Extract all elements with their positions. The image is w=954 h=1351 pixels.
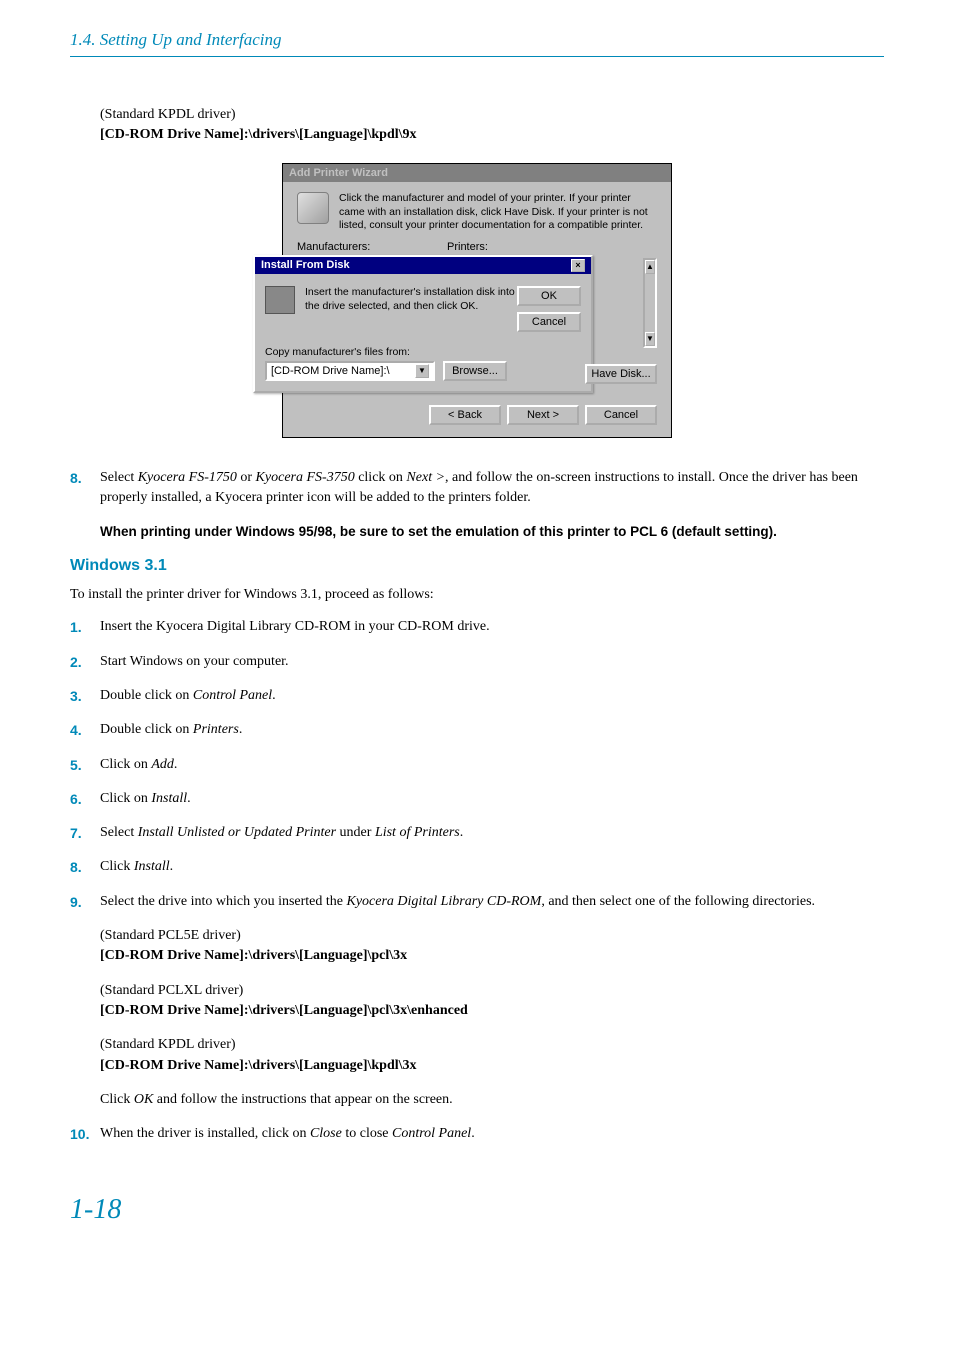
install-from-disk-dialog: Install From Disk × Insert the manufactu…: [253, 255, 593, 393]
section-header: 1.4. Setting Up and Interfacing: [70, 30, 884, 50]
driver-note-pclxl: (Standard PCLXL driver): [100, 981, 884, 1001]
copy-files-label: Copy manufacturer's files from:: [265, 346, 581, 358]
wizard-cancel-button[interactable]: Cancel: [585, 405, 657, 425]
driver-path-pcl5e: [CD-ROM Drive Name]:\drivers\[Language]\…: [100, 946, 884, 966]
driver-note-kpdl: (Standard KPDL driver): [100, 1035, 884, 1055]
step-number: 8.: [70, 857, 100, 877]
step-8b: 8. Click Install.: [70, 857, 884, 877]
ok-button[interactable]: OK: [517, 286, 581, 306]
step-number: 5.: [70, 755, 100, 775]
step-body: Start Windows on your computer.: [100, 652, 884, 672]
chevron-down-icon[interactable]: ▼: [415, 364, 429, 378]
step-body: Double click on Printers.: [100, 720, 884, 740]
install-dialog-titlebar: Install From Disk ×: [255, 257, 591, 274]
wizard-titlebar: Add Printer Wizard: [283, 164, 671, 182]
floppy-disk-icon: [265, 286, 295, 314]
next-button[interactable]: Next >: [507, 405, 579, 425]
browse-button[interactable]: Browse...: [443, 361, 507, 381]
driver-path-kpdl: [CD-ROM Drive Name]:\drivers\[Language]\…: [100, 1056, 884, 1076]
step-number: 8.: [70, 468, 100, 509]
install-dialog-title: Install From Disk: [261, 259, 350, 271]
printer-wizard-icon: [297, 192, 329, 224]
wizard-top-row: Click the manufacturer and model of your…: [283, 182, 671, 241]
step-3: 3. Double click on Control Panel.: [70, 686, 884, 706]
step-number: 9.: [70, 892, 100, 1110]
step-number: 1.: [70, 617, 100, 637]
windows-31-intro: To install the printer driver for Window…: [70, 587, 884, 603]
install-cancel-button[interactable]: Cancel: [517, 312, 581, 332]
step-body: Select Kyocera FS-1750 or Kyocera FS-375…: [100, 468, 884, 509]
step-body: Select Install Unlisted or Updated Print…: [100, 823, 884, 843]
step-number: 10.: [70, 1124, 100, 1144]
step-5: 5. Click on Add.: [70, 755, 884, 775]
have-disk-button[interactable]: Have Disk...: [585, 364, 657, 384]
step-body: Click on Add.: [100, 755, 884, 775]
step-body: Click on Install.: [100, 789, 884, 809]
step-number: 3.: [70, 686, 100, 706]
step-1: 1. Insert the Kyocera Digital Library CD…: [70, 617, 884, 637]
step-7: 7. Select Install Unlisted or Updated Pr…: [70, 823, 884, 843]
printers-label: Printers:: [447, 241, 488, 253]
install-instruction-text: Insert the manufacturer's installation d…: [305, 286, 517, 313]
step-body: Double click on Control Panel.: [100, 686, 884, 706]
step-8: 8. Select Kyocera FS-1750 or Kyocera FS-…: [70, 468, 884, 509]
top-driver-path: [CD-ROM Drive Name]:\drivers\[Language]\…: [100, 127, 884, 143]
step-6: 6. Click on Install.: [70, 789, 884, 809]
step-body: Select the drive into which you inserted…: [100, 892, 884, 1110]
step-9: 9. Select the drive into which you inser…: [70, 892, 884, 1110]
windows-31-title: Windows 3.1: [70, 557, 884, 575]
step-body: When the driver is installed, click on C…: [100, 1124, 884, 1144]
driver-path-pclxl: [CD-ROM Drive Name]:\drivers\[Language]\…: [100, 1001, 884, 1021]
wizard-column-labels: Manufacturers: Printers:: [283, 241, 671, 253]
step-4: 4. Double click on Printers.: [70, 720, 884, 740]
add-printer-wizard: Add Printer Wizard Click the manufacture…: [282, 163, 672, 438]
wizard-footer: < Back Next > Cancel: [283, 393, 671, 437]
manufacturers-label: Manufacturers:: [297, 241, 447, 253]
top-driver-note: (Standard KPDL driver): [100, 107, 884, 123]
step-body: Click Install.: [100, 857, 884, 877]
close-icon[interactable]: ×: [571, 259, 585, 272]
scroll-down-icon[interactable]: ▼: [645, 332, 655, 346]
combobox-value: [CD-ROM Drive Name]:\: [271, 365, 390, 377]
back-button[interactable]: < Back: [429, 405, 501, 425]
emulation-warning: When printing under Windows 95/98, be su…: [100, 523, 884, 542]
step-2: 2. Start Windows on your computer.: [70, 652, 884, 672]
header-divider: [70, 56, 884, 57]
step-body: Insert the Kyocera Digital Library CD-RO…: [100, 617, 884, 637]
step-number: 7.: [70, 823, 100, 843]
wizard-description: Click the manufacturer and model of your…: [339, 192, 657, 233]
step-number: 2.: [70, 652, 100, 672]
scroll-up-icon[interactable]: ▲: [645, 260, 655, 274]
page-number: 1-18: [70, 1194, 884, 1226]
step-10: 10. When the driver is installed, click …: [70, 1124, 884, 1144]
source-path-combobox[interactable]: [CD-ROM Drive Name]:\ ▼: [265, 361, 435, 381]
step-number: 4.: [70, 720, 100, 740]
step-number: 6.: [70, 789, 100, 809]
driver-note-pcl5e: (Standard PCL5E driver): [100, 926, 884, 946]
